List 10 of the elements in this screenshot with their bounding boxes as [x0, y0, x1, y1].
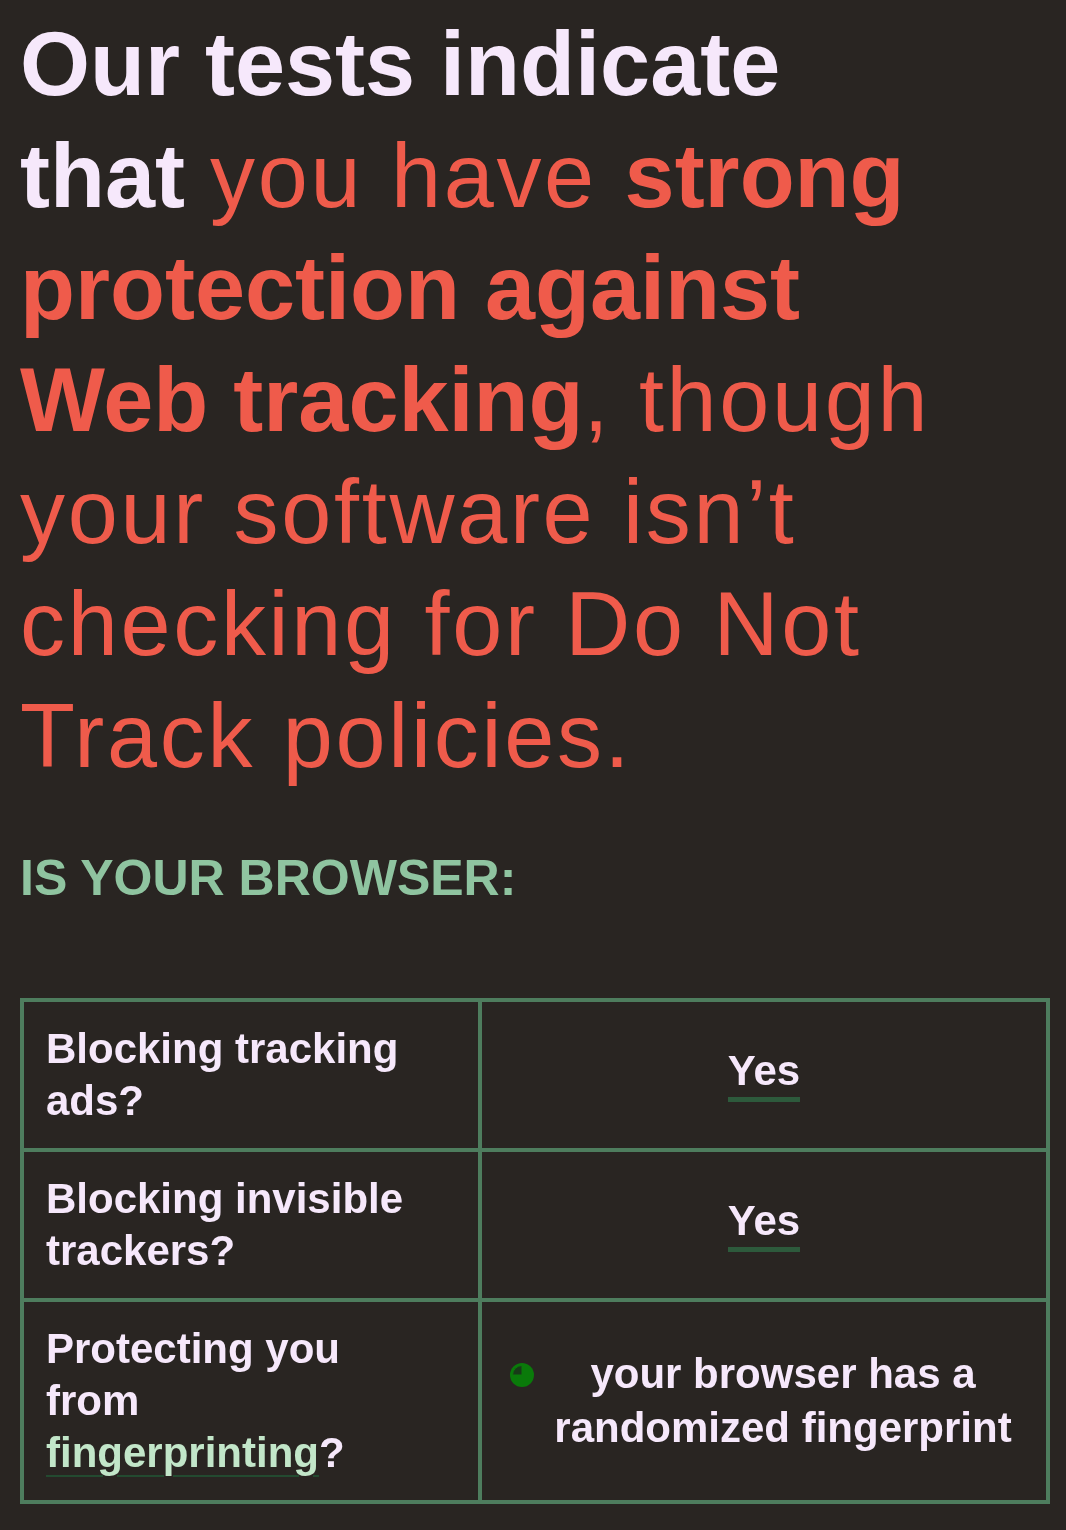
question-text: Protecting you from fingerprinting? [46, 1324, 346, 1478]
answer-text: Yes [727, 1198, 801, 1252]
answer-text: Yes [727, 1048, 801, 1102]
answer-text: your browser has a randomized fingerprint [553, 1349, 1013, 1453]
result-headline: Our tests indicate that you have strong protection against Web tracking, though your software isn’t checking for Do Not Track policies. [20, 13, 932, 788]
fingerprinting-link[interactable]: fingerprinting [46, 1429, 319, 1476]
question-text: Blocking tracking ads? [46, 1024, 400, 1126]
pie-status-icon [510, 1363, 534, 1387]
section-heading: IS YOUR BROWSER: [20, 850, 517, 906]
question-text: Blocking invisible trackers? [46, 1174, 405, 1276]
